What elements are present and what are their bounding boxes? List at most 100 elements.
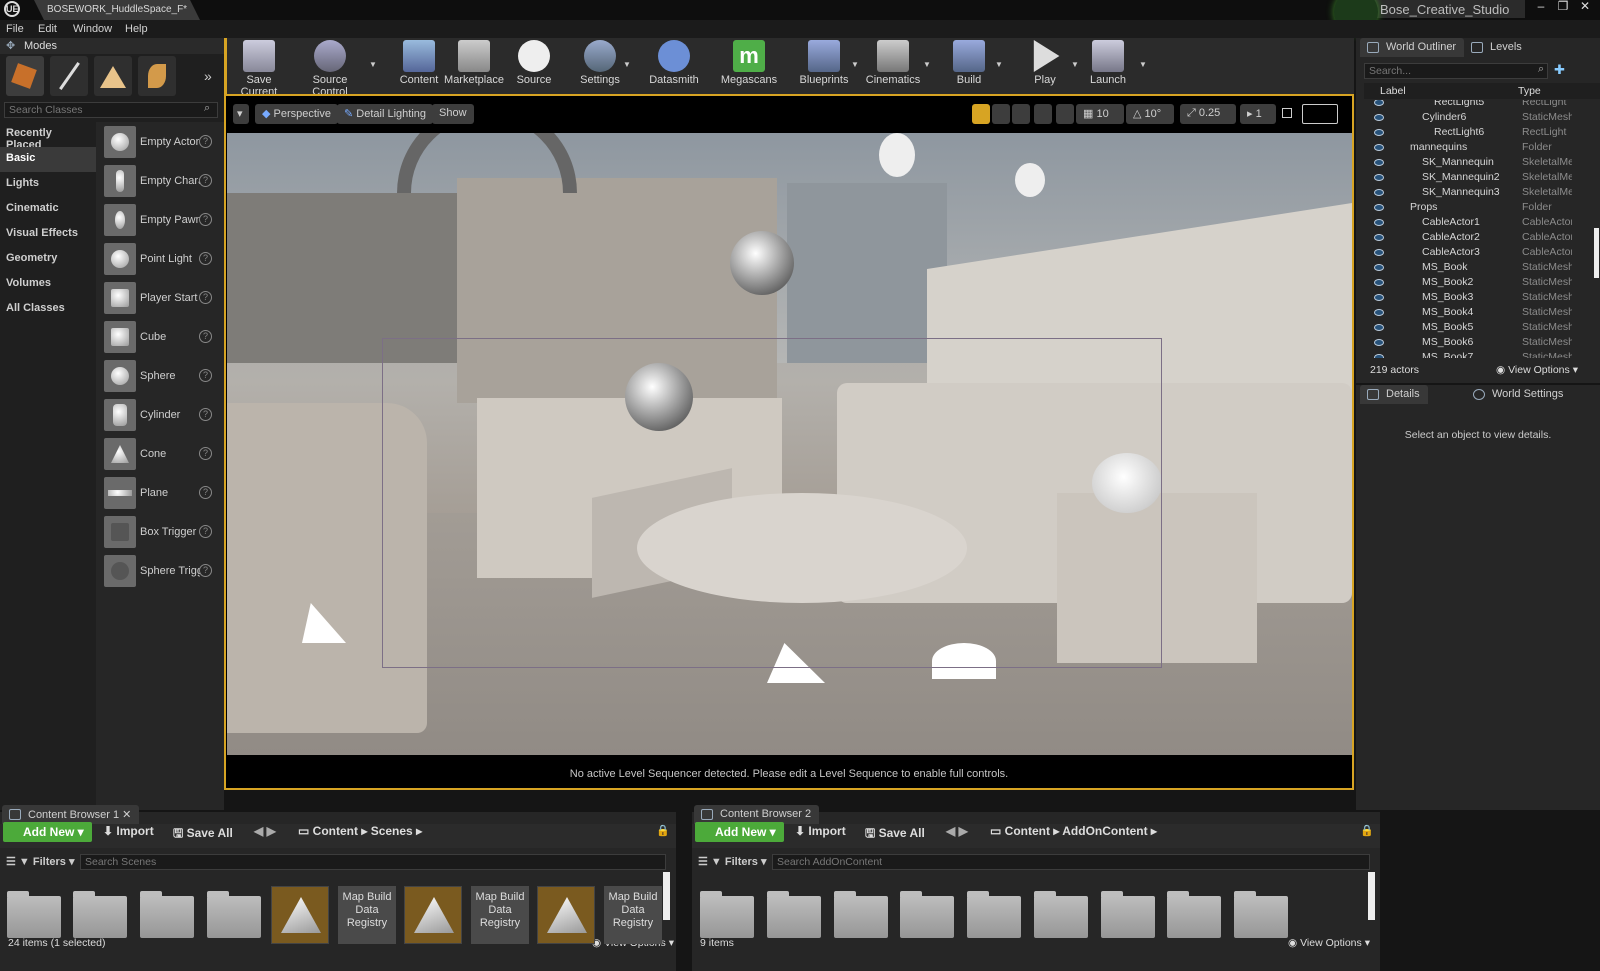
actor-empty-actor[interactable]: Empty Actor? xyxy=(102,124,220,162)
content-scrollbar[interactable] xyxy=(663,872,670,920)
label-column-header[interactable]: Label xyxy=(1380,85,1406,97)
import-button[interactable]: ⬇ Import xyxy=(795,824,846,838)
outliner-row[interactable]: SK_Mannequin SkeletalMes xyxy=(1364,156,1600,171)
outliner-row[interactable]: mannequins Folder xyxy=(1364,141,1600,156)
source-control-button[interactable]: Source Control ▼ xyxy=(295,40,377,98)
menu-file[interactable]: File xyxy=(6,23,24,35)
outliner-row[interactable]: RectLight5 RectLight xyxy=(1364,100,1600,111)
grid-snap-button[interactable]: ▦ 10 xyxy=(1076,104,1124,124)
cinematics-button[interactable]: Cinematics ▼ xyxy=(861,40,931,86)
perspective-button[interactable]: ◆ Perspective xyxy=(255,104,338,124)
close-icon[interactable]: ✕ xyxy=(1574,0,1596,16)
point-light-icon[interactable] xyxy=(879,133,915,177)
folder-thumbnail[interactable] xyxy=(73,891,127,938)
actor-player-start[interactable]: Player Start? xyxy=(102,280,220,318)
visibility-eye-icon[interactable] xyxy=(1374,294,1384,301)
category-lights[interactable]: Lights xyxy=(0,172,96,197)
menu-window[interactable]: Window xyxy=(73,23,112,35)
actor-point-light[interactable]: Point Light? xyxy=(102,241,220,279)
visibility-eye-icon[interactable] xyxy=(1374,204,1384,211)
outliner-row[interactable]: MS_Book7 StaticMesh xyxy=(1364,351,1600,358)
outliner-row[interactable]: CableActor3 CableActor xyxy=(1364,246,1600,261)
actor-sphere[interactable]: Sphere? xyxy=(102,358,220,396)
outliner-row[interactable]: CableActor1 CableActor xyxy=(1364,216,1600,231)
scale-snap-button[interactable]: ⤢ 0.25 xyxy=(1180,104,1236,124)
camera-gizmo[interactable] xyxy=(397,133,577,193)
visibility-eye-icon[interactable] xyxy=(1374,234,1384,241)
outliner-row[interactable]: MS_Book2 StaticMesh xyxy=(1364,276,1600,291)
level-asset[interactable] xyxy=(271,886,329,944)
filters-button[interactable]: ☰ ▼ Filters ▾ xyxy=(6,855,74,868)
save-all-button[interactable]: 🖫 Save All xyxy=(865,824,925,845)
visibility-eye-icon[interactable] xyxy=(1374,219,1384,226)
rotation-snap-button[interactable]: △ 10° xyxy=(1126,104,1174,124)
help-icon[interactable]: ? xyxy=(199,447,212,460)
document-tab[interactable]: BOSEWORK_HuddleSpace_F* xyxy=(34,0,200,20)
dropdown-arrow-icon[interactable]: ▼ xyxy=(1139,60,1147,69)
visibility-eye-icon[interactable] xyxy=(1374,144,1384,151)
play-button[interactable]: Play ▼ xyxy=(1023,40,1079,86)
outliner-scrollbar[interactable] xyxy=(1594,228,1599,278)
filters-button[interactable]: ☰ ▼ Filters ▾ xyxy=(698,855,766,868)
visibility-eye-icon[interactable] xyxy=(1374,324,1384,331)
search-scenes-input[interactable]: Search Scenes xyxy=(80,854,666,870)
folder-thumbnail[interactable] xyxy=(767,891,821,938)
view-options-button[interactable]: ◉ View Options ▾ xyxy=(1288,937,1370,949)
megascans-button[interactable]: m Megascans xyxy=(717,40,781,86)
outliner-row[interactable]: MS_Book4 StaticMesh xyxy=(1364,306,1600,321)
actor-cube[interactable]: Cube? xyxy=(102,319,220,357)
folder-thumbnail[interactable] xyxy=(1234,891,1288,938)
visibility-eye-icon[interactable] xyxy=(1374,174,1384,181)
dropdown-arrow-icon[interactable]: ▼ xyxy=(995,60,1003,69)
world-outliner-tab[interactable]: World Outliner xyxy=(1360,38,1465,57)
map-build-data-asset[interactable]: Map Build Data Registry xyxy=(338,886,396,944)
outliner-row[interactable]: MS_Book6 StaticMesh xyxy=(1364,336,1600,351)
dropdown-arrow-icon[interactable]: ▼ xyxy=(851,60,859,69)
outliner-row[interactable]: CableActor2 CableActor xyxy=(1364,231,1600,246)
outliner-row[interactable]: SK_Mannequin2 SkeletalMes xyxy=(1364,171,1600,186)
place-mode-icon[interactable] xyxy=(6,56,44,96)
import-button[interactable]: ⬇ Import xyxy=(103,824,154,838)
outliner-row[interactable]: SK_Mannequin3 SkeletalMes xyxy=(1364,186,1600,201)
help-icon[interactable]: ? xyxy=(199,525,212,538)
build-button[interactable]: Build ▼ xyxy=(947,40,1003,86)
settings-button[interactable]: Settings ▼ xyxy=(575,40,631,86)
visibility-eye-icon[interactable] xyxy=(1374,249,1384,256)
visibility-eye-icon[interactable] xyxy=(1374,159,1384,166)
category-volumes[interactable]: Volumes xyxy=(0,272,96,297)
outliner-search-input[interactable]: Search... xyxy=(1364,63,1548,79)
modes-tab[interactable]: Modes xyxy=(24,40,57,52)
help-icon[interactable]: ? xyxy=(199,291,212,304)
folder-thumbnail[interactable] xyxy=(700,891,754,938)
details-tab[interactable]: Details xyxy=(1360,385,1428,404)
scene-render[interactable] xyxy=(227,133,1352,755)
add-filter-icon[interactable]: ✚ xyxy=(1554,62,1565,78)
back-icon[interactable]: ◀ ▶ xyxy=(946,824,968,838)
save-all-button[interactable]: 🖫 Save All xyxy=(173,824,233,845)
actor-empty-pawn[interactable]: Empty Pawn? xyxy=(102,202,220,240)
content-scrollbar[interactable] xyxy=(1368,872,1375,920)
actor-empty-character[interactable]: Empty Chara? xyxy=(102,163,220,201)
save-current-button[interactable]: Save Current xyxy=(229,40,289,98)
maximize-viewport-icon[interactable] xyxy=(1282,108,1292,118)
marketplace-button[interactable]: Marketplace xyxy=(443,40,505,86)
map-build-data-asset[interactable]: Map Build Data Registry xyxy=(604,886,662,944)
folder-thumbnail[interactable] xyxy=(207,891,261,938)
category-basic[interactable]: Basic xyxy=(0,147,96,172)
visibility-eye-icon[interactable] xyxy=(1374,114,1384,121)
actor-sphere-trigger[interactable]: Sphere Trigg? xyxy=(102,553,220,591)
folder-thumbnail[interactable] xyxy=(1034,891,1088,938)
level-viewport[interactable]: ▾ ◆ Perspective ✎ Detail Lighting Show ▦… xyxy=(224,94,1354,790)
paint-mode-icon[interactable] xyxy=(50,56,88,96)
blueprints-button[interactable]: Blueprints ▼ xyxy=(793,40,859,86)
visibility-eye-icon[interactable] xyxy=(1374,264,1384,271)
help-icon[interactable]: ? xyxy=(199,486,212,499)
view-mode-button[interactable]: ✎ Detail Lighting xyxy=(337,104,433,124)
category-recently-placed[interactable]: Recently Placed xyxy=(0,122,96,151)
viewport-menu-button[interactable]: ▾ xyxy=(233,104,249,124)
outliner-row[interactable]: Props Folder xyxy=(1364,201,1600,216)
folder-thumbnail[interactable] xyxy=(967,891,1021,938)
content-button[interactable]: Content xyxy=(395,40,443,86)
dropdown-arrow-icon[interactable]: ▼ xyxy=(1071,60,1079,69)
type-column-header[interactable]: Type xyxy=(1518,85,1541,97)
